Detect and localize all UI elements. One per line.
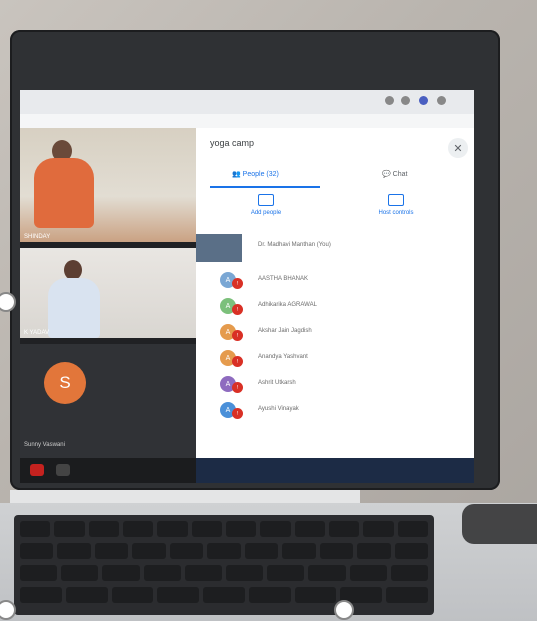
participant-name: Ayushi Vinayak bbox=[258, 406, 299, 412]
badge-icon: ! bbox=[232, 356, 243, 367]
participant-avatar: S bbox=[44, 362, 86, 404]
action-label: Host controls bbox=[378, 210, 414, 216]
active-tab-indicator bbox=[210, 186, 320, 188]
chat-icon: 💬 bbox=[382, 171, 393, 178]
participant-name: Anandya Yashvant bbox=[258, 354, 308, 360]
tile-name: SHINDAY bbox=[24, 234, 51, 240]
browser-tabbar bbox=[20, 90, 474, 114]
participant-body bbox=[48, 278, 100, 338]
laptop-hinge bbox=[10, 490, 360, 504]
host-controls-button[interactable]: Host controls bbox=[356, 194, 436, 216]
badge-icon: ! bbox=[232, 382, 243, 393]
profile-avatar[interactable] bbox=[419, 96, 428, 105]
list-item[interactable]: A ! Anandya Yashvant bbox=[196, 348, 474, 372]
participant-name: Akshar Jain Jagdish bbox=[258, 328, 312, 334]
meeting-title: yoga camp bbox=[210, 138, 255, 148]
present-button[interactable] bbox=[56, 464, 70, 476]
crop-handle[interactable] bbox=[334, 600, 354, 620]
panel-tabs: 👥 People (32) 💬 Chat bbox=[196, 164, 474, 188]
tab-people[interactable]: 👥 People (32) bbox=[232, 170, 279, 178]
panel-actions: Add people Host controls bbox=[196, 194, 474, 234]
badge-icon: ! bbox=[232, 304, 243, 315]
list-item[interactable]: A ! Akshar Jain Jagdish bbox=[196, 322, 474, 346]
badge-icon: ! bbox=[232, 330, 243, 341]
cable bbox=[462, 504, 537, 544]
end-call-button[interactable] bbox=[30, 464, 44, 476]
participant-name: Dr. Madhavi Manthan (You) bbox=[258, 242, 331, 248]
self-video-thumbnail bbox=[196, 234, 242, 262]
list-item[interactable]: Dr. Madhavi Manthan (You) bbox=[196, 234, 474, 262]
action-label: Add people bbox=[250, 210, 282, 216]
tab-label: People (32) bbox=[242, 171, 279, 178]
participant-name: Ashrit Utkarsh bbox=[258, 380, 296, 386]
video-tile[interactable]: S Sunny Vaswani bbox=[20, 344, 196, 464]
menu-icon[interactable] bbox=[437, 96, 446, 105]
star-icon[interactable] bbox=[401, 96, 410, 105]
list-item[interactable]: A ! AASTHA BHANAK bbox=[196, 270, 474, 294]
tab-label: Chat bbox=[392, 171, 408, 178]
participant-body bbox=[34, 158, 94, 228]
add-people-button[interactable]: Add people bbox=[226, 194, 306, 216]
video-tile[interactable]: SHINDAY bbox=[20, 128, 196, 242]
participant-name: Adhikarika AGRAWAL bbox=[258, 302, 317, 308]
video-tile[interactable]: K YADAV bbox=[20, 248, 196, 338]
participant-head bbox=[64, 260, 82, 280]
tile-name: Sunny Vaswani bbox=[24, 442, 65, 448]
list-item[interactable]: A ! Ayushi Vinayak bbox=[196, 400, 474, 424]
list-item[interactable]: A ! Ashrit Utkarsh bbox=[196, 374, 474, 398]
video-grid: SHINDAY K YADAV S Sunny Vaswani bbox=[20, 128, 196, 483]
tab-chat[interactable]: 💬 Chat bbox=[382, 170, 407, 178]
close-icon[interactable]: ✕ bbox=[448, 138, 468, 158]
laptop-display: SHINDAY K YADAV S Sunny Vaswani yoga cam… bbox=[20, 90, 474, 483]
people-icon: 👥 bbox=[232, 171, 243, 178]
host-controls-icon bbox=[388, 194, 404, 206]
people-panel: yoga camp ✕ 👥 People (32) 💬 Chat Add peo… bbox=[196, 128, 474, 458]
call-controls-bar bbox=[20, 458, 196, 483]
browser-urlbar[interactable] bbox=[20, 114, 474, 129]
laptop-keyboard bbox=[14, 515, 434, 615]
tile-name: K YADAV bbox=[24, 330, 50, 336]
badge-icon: ! bbox=[232, 408, 243, 419]
os-taskbar bbox=[196, 458, 474, 483]
list-item[interactable]: A ! Adhikarika AGRAWAL bbox=[196, 296, 474, 320]
participant-name: AASTHA BHANAK bbox=[258, 276, 309, 282]
add-person-icon bbox=[258, 194, 274, 206]
video-icon[interactable] bbox=[385, 96, 394, 105]
badge-icon: ! bbox=[232, 278, 243, 289]
